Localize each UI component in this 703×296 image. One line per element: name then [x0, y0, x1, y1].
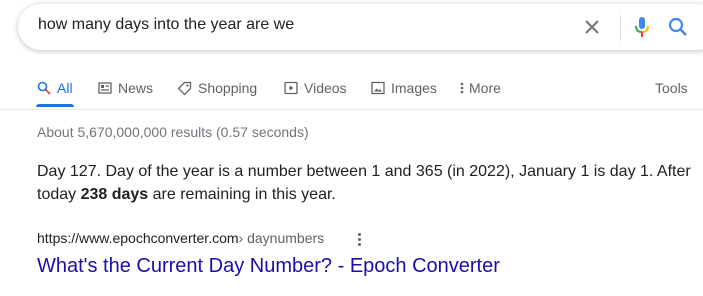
tab-label: All — [57, 80, 73, 96]
news-icon — [98, 81, 112, 95]
tab-label: Videos — [304, 80, 347, 96]
search-icon — [668, 17, 687, 36]
voice-search-button[interactable] — [630, 15, 654, 39]
search-input[interactable] — [38, 16, 558, 34]
more-vert-icon — [460, 81, 464, 95]
tab-all[interactable]: All — [37, 74, 73, 102]
image-icon — [371, 81, 385, 95]
snippet-text: Day 127. Day of the year is a number bet… — [37, 163, 691, 180]
search-submit-button[interactable] — [666, 15, 690, 39]
result-url: https://www.epochconverter.com › daynumb… — [37, 230, 324, 246]
tab-images[interactable]: Images — [371, 74, 437, 102]
result-options-button[interactable] — [354, 230, 364, 248]
search-tabs: All News Shopping Videos Images More Too… — [0, 74, 703, 110]
tag-icon — [177, 81, 192, 96]
search-box — [18, 4, 703, 50]
featured-snippet: Day 127. Day of the year is a number bet… — [37, 160, 697, 206]
tab-label: Images — [391, 80, 437, 96]
result-stats: About 5,670,000,000 results (0.57 second… — [37, 124, 309, 140]
snippet-text: today — [37, 186, 81, 203]
snippet-highlight: 238 days — [80, 186, 149, 203]
search-box-divider — [620, 15, 621, 41]
close-icon — [585, 20, 599, 34]
tab-more[interactable]: More — [460, 74, 501, 102]
microphone-icon — [635, 17, 649, 37]
tabs-divider — [0, 109, 703, 110]
result-url-domain: https://www.epochconverter.com — [37, 230, 239, 246]
clear-search-button[interactable] — [580, 15, 604, 39]
snippet-text: are remaining in this year. — [148, 186, 336, 203]
search-results-page: All News Shopping — [0, 0, 703, 296]
tab-videos[interactable]: Videos — [284, 74, 347, 102]
tools-button[interactable]: Tools — [655, 74, 688, 102]
video-icon — [284, 81, 298, 95]
search-icon — [37, 81, 51, 95]
tools-label: Tools — [655, 80, 688, 96]
tab-label: News — [118, 80, 154, 96]
active-tab-indicator — [36, 104, 74, 107]
result-url-path: › daynumbers — [238, 230, 325, 246]
tab-shopping[interactable]: Shopping — [177, 74, 257, 102]
result-title-link[interactable]: What's the Current Day Number? - Epoch C… — [37, 255, 500, 278]
tab-label: More — [469, 80, 501, 96]
tab-news[interactable]: News — [98, 74, 153, 102]
tab-label: Shopping — [198, 80, 258, 96]
